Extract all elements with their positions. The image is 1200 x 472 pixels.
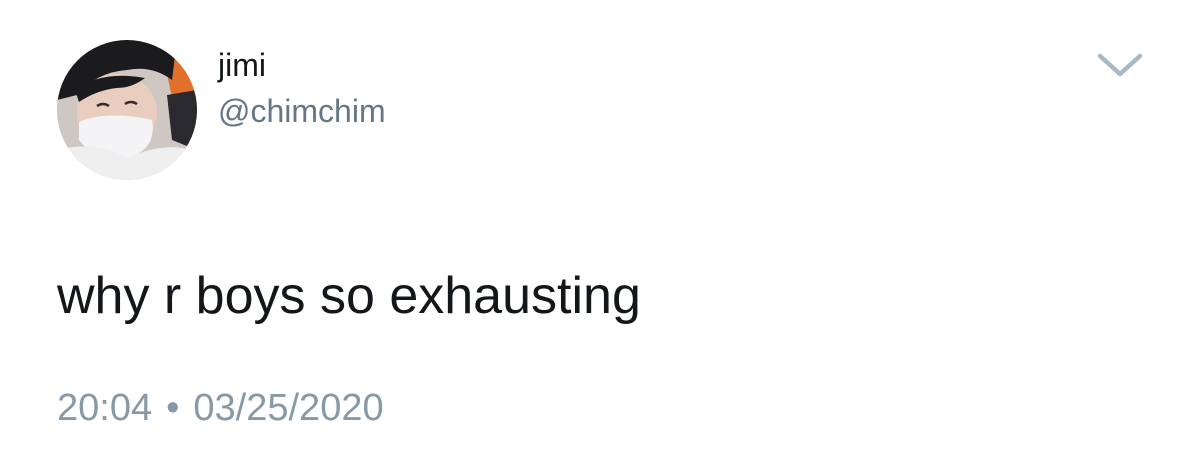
tweet-date: 03/25/2020 — [193, 387, 384, 429]
chevron-down-icon[interactable] — [1096, 52, 1144, 80]
chevron-down-icon-glyph — [1097, 53, 1143, 77]
separator-dot: • — [166, 387, 180, 429]
avatar-photo — [57, 40, 197, 180]
tweet-text: why r boys so exhausting — [57, 267, 641, 325]
tweet-time: 20:04 — [57, 387, 153, 429]
tweet-card: jimi @chimchim why r boys so exhausting … — [0, 0, 1200, 472]
tweet-timestamp[interactable]: 20:04 • 03/25/2020 — [57, 385, 384, 431]
display-name[interactable]: jimi — [218, 45, 266, 85]
avatar[interactable] — [57, 40, 197, 180]
username-handle[interactable]: @chimchim — [218, 91, 386, 131]
